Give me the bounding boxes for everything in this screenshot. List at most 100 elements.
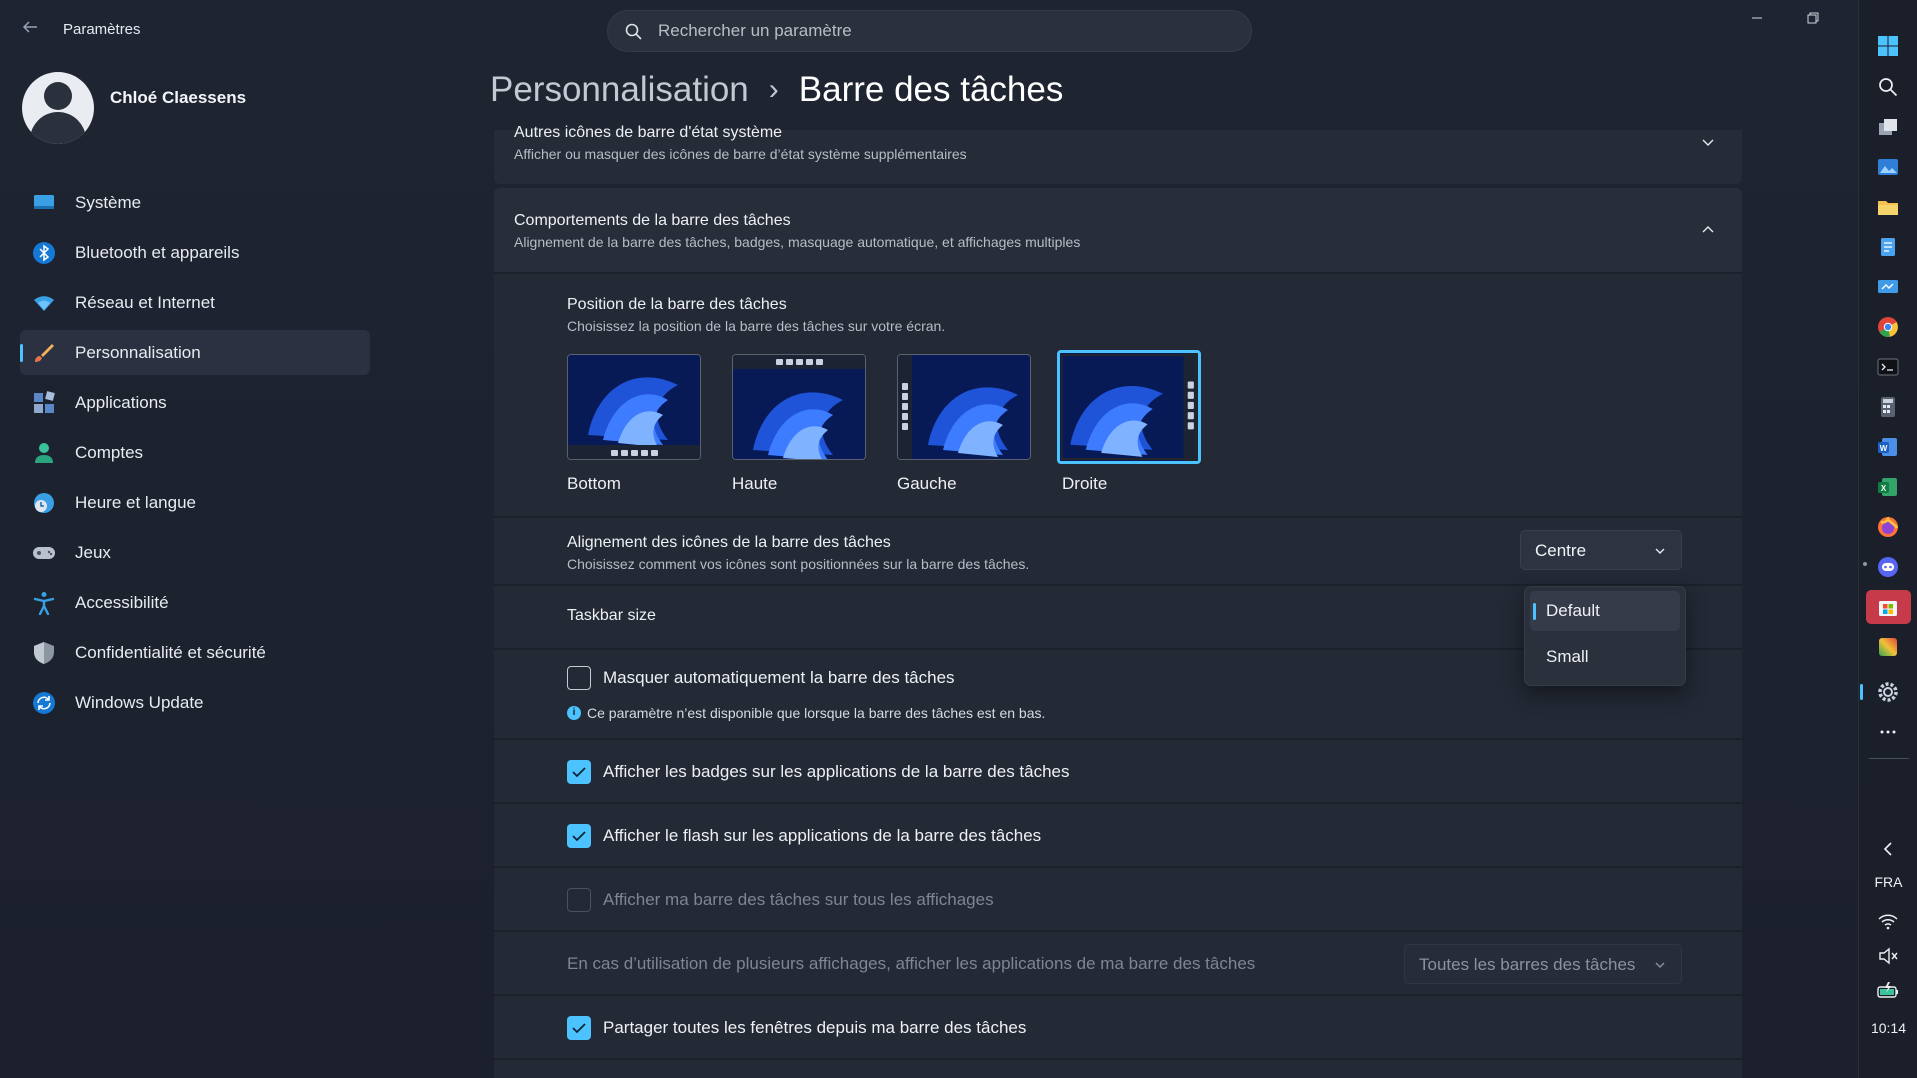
alignment-desc: Choisissez comment vos icônes sont posit… [567,556,1030,572]
app-title: Paramètres [63,21,141,38]
battery-charging-icon[interactable] [1877,980,1899,1002]
clock-time[interactable]: 10:14 [1859,1020,1917,1036]
maximize-button[interactable] [1790,6,1836,34]
wallpaper-preview [1057,350,1201,464]
photos-icon[interactable] [1877,156,1899,178]
sidebar-item-accounts[interactable]: Comptes [20,430,370,475]
back-button[interactable] [18,18,42,42]
all-displays-checkbox[interactable] [567,888,591,912]
sidebar-item-label: Accessibilité [75,592,169,612]
gamepad-icon [33,547,55,559]
sidebar-item-time-language[interactable]: Heure et langue [20,480,370,525]
sidebar-item-label: Jeux [75,542,111,562]
search-box[interactable] [607,10,1252,52]
sidebar-item-accessibility[interactable]: Accessibilité [20,580,370,625]
sidebar-item-label: Système [75,192,142,212]
search-input[interactable] [658,11,1228,51]
chrome-icon[interactable] [1877,316,1899,338]
position-options: Bottom Haute Gauche Droite [567,350,1201,494]
position-option-right[interactable]: Droite [1057,350,1201,494]
info-icon: i [567,706,581,720]
sidebar-item-label: Comptes [75,442,144,462]
clock-icon [34,493,54,513]
behaviors-card-header[interactable]: Comportements de la barre des tâches Ali… [494,188,1742,272]
sidebar-item-network[interactable]: Réseau et Internet [20,280,370,325]
language-indicator[interactable]: FRA [1859,874,1917,890]
taskbar-size-option-small[interactable]: Small [1530,637,1680,677]
avatar[interactable] [22,72,94,144]
active-app-indicator [1860,684,1863,700]
wifi-icon[interactable] [1877,910,1899,932]
restore-icon [1807,12,1819,24]
page-title: Barre des tâches [798,70,1064,109]
close-button[interactable] [1846,6,1858,34]
settings-gear-icon[interactable] [1877,681,1899,703]
microsoft-store-icon[interactable] [1877,596,1899,618]
color-app-icon[interactable] [1877,636,1899,658]
autohide-label: Masquer automatiquement la barre des tâc… [603,668,955,687]
next-row-partial [494,1058,1742,1078]
taskbar-position-row: Position de la barre des tâches Choisiss… [494,272,1742,516]
checkmark-icon [572,767,586,778]
badges-checkbox[interactable] [567,760,591,784]
autohide-note: Ce paramètre n’est disponible que lorsqu… [587,705,1046,721]
flash-row: Afficher le flash sur les applications d… [494,802,1742,866]
sidebar-item-gaming[interactable]: Jeux [20,530,370,575]
excel-icon[interactable]: X [1877,476,1899,498]
apps-icon [34,391,55,413]
settings-window: Paramètres Chloé Claessens Système Bluet… [0,0,1858,1078]
position-option-label: Gauche [897,474,957,493]
wallpaper-preview [732,354,866,460]
autohide-checkbox[interactable] [567,666,591,690]
tray-icons-card[interactable]: Autres icônes de barre d'état système Af… [494,124,1742,184]
breadcrumb-separator: › [768,73,779,106]
position-option-left[interactable]: Gauche [897,354,1031,494]
remote-desktop-icon[interactable] [1877,276,1899,298]
terminal-icon[interactable] [1877,356,1899,378]
position-option-top[interactable]: Haute [732,354,866,494]
task-view-icon[interactable] [1877,116,1899,138]
firefox-icon[interactable] [1877,516,1899,538]
chevron-down-icon[interactable] [1700,134,1716,150]
sidebar-item-bluetooth[interactable]: Bluetooth et appareils [20,230,370,275]
flash-checkbox[interactable] [567,824,591,848]
chevron-up-icon[interactable] [1700,222,1716,238]
calculator-icon[interactable] [1877,396,1899,418]
sidebar-item-apps[interactable]: Applications [20,380,370,425]
breadcrumb-parent[interactable]: Personnalisation [490,70,749,110]
bloom-wallpaper-image [898,355,1030,459]
sidebar-item-personalization[interactable]: Personnalisation [20,330,370,375]
share-windows-checkbox[interactable] [567,1016,591,1040]
notepad-icon[interactable] [1877,236,1899,258]
sidebar-item-windows-update[interactable]: Windows Update [20,680,370,725]
sidebar-item-privacy[interactable]: Confidentialité et sécurité [20,630,370,675]
windows-start-icon[interactable] [1877,35,1899,57]
sidebar-item-system[interactable]: Système [20,180,370,225]
update-icon [33,692,55,714]
svg-text:X: X [1881,484,1887,493]
volume-muted-icon[interactable] [1877,945,1899,967]
windows-taskbar: W X FRA 10:14 [1858,0,1917,1078]
taskbar-size-option-default[interactable]: Default [1530,591,1680,631]
arrow-left-icon [22,21,37,33]
alignment-dropdown[interactable]: Centre [1520,530,1682,570]
svg-text:W: W [1880,444,1888,453]
tray-icons-desc: Afficher ou masquer des icônes de barre … [514,146,967,162]
bloom-wallpaper-image [733,355,865,459]
more-icon[interactable] [1877,721,1899,743]
multi-display-dropdown[interactable]: Toutes les barres des tâches [1404,944,1682,984]
multi-display-row: En cas d’utilisation de plusieurs affich… [494,930,1742,994]
discord-icon[interactable] [1877,556,1899,578]
wifi-icon [34,296,54,311]
search-icon[interactable] [1877,76,1899,98]
title-bar: Paramètres [0,0,1858,60]
accessibility-icon [33,592,55,615]
sidebar-item-label: Bluetooth et appareils [75,242,240,262]
chevron-left-icon[interactable] [1877,838,1899,860]
user-name: Chloé Claessens [110,88,247,107]
file-explorer-icon[interactable] [1877,196,1899,218]
position-option-bottom[interactable]: Bottom [567,354,701,494]
minimize-button[interactable] [1734,6,1780,34]
bloom-wallpaper-image [1060,353,1198,461]
word-icon[interactable]: W [1877,436,1899,458]
